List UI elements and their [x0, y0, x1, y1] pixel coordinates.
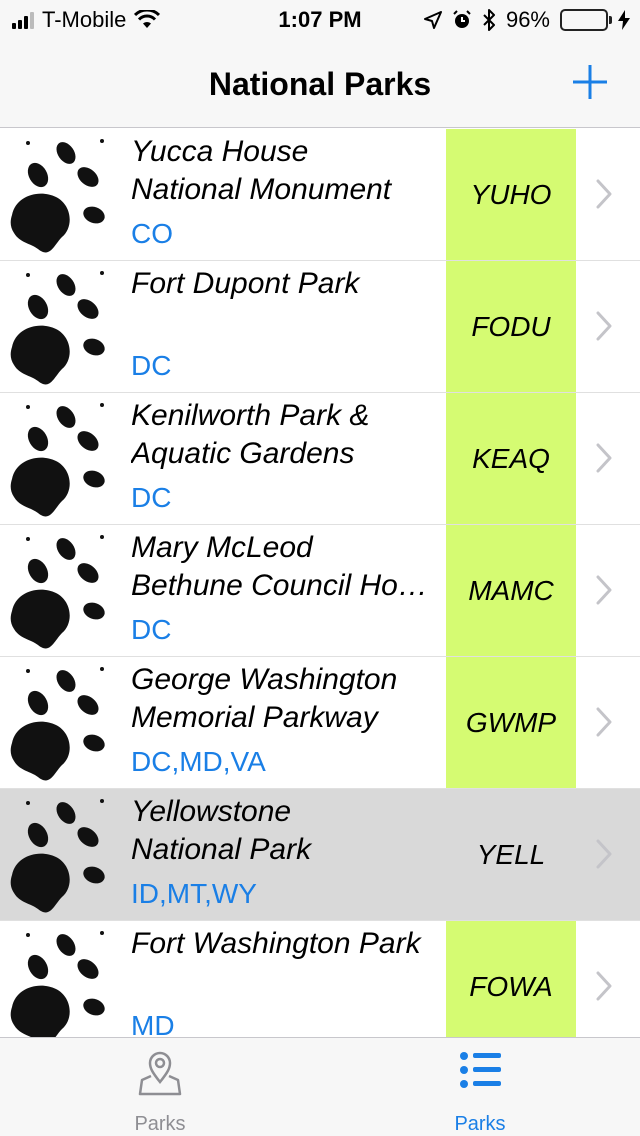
- chevron-right-icon: [596, 971, 612, 1001]
- paw-print-icon: [10, 535, 105, 649]
- park-row[interactable]: Fort Dupont Park DC FODU: [0, 261, 640, 393]
- parks-list[interactable]: Yucca House National Monument CO YUHO Fort …: [0, 129, 640, 1037]
- battery-percent: 96%: [505, 7, 550, 32]
- park-code: MAMC: [446, 525, 576, 656]
- paw-print-icon: [10, 271, 105, 385]
- status-bar: T-Mobile 1:07 PM 96%: [0, 0, 640, 40]
- park-row[interactable]: Yucca House National Monument CO YUHO: [0, 129, 640, 261]
- park-states: MD: [131, 1010, 175, 1037]
- park-name: Fort Dupont Park: [131, 267, 360, 300]
- add-button[interactable]: [570, 62, 610, 102]
- tab-parks-map[interactable]: Parks: [80, 1038, 240, 1136]
- park-name: Yucca House National Monument: [131, 135, 392, 206]
- paw-print-icon: [10, 667, 105, 781]
- charging-bolt-icon: [618, 10, 630, 30]
- park-states: DC: [131, 350, 172, 381]
- park-row[interactable]: Mary McLeod Bethune Council Ho… DC MAMC: [0, 525, 640, 657]
- tab-bar: Parks Parks: [0, 1037, 640, 1136]
- park-states: DC: [131, 614, 172, 645]
- page-title: National Parks: [208, 66, 432, 102]
- chevron-right-icon: [596, 443, 612, 473]
- park-code: YUHO: [446, 129, 576, 260]
- park-row[interactable]: George Washington Memorial Parkway DC,MD,…: [0, 657, 640, 789]
- tab-label: Parks: [134, 1113, 186, 1135]
- paw-print-icon: [10, 403, 105, 517]
- park-name: George Washington Memorial Parkway: [131, 663, 398, 734]
- park-name: Kenilworth Park & Aquatic Gardens: [131, 399, 370, 470]
- park-code: KEAQ: [446, 393, 576, 524]
- list-icon: [460, 1052, 501, 1088]
- chevron-right-icon: [596, 707, 612, 737]
- park-states: CO: [131, 218, 173, 249]
- park-code: GWMP: [446, 657, 576, 788]
- status-right: 96%: [423, 6, 630, 34]
- chevron-right-icon: [596, 311, 612, 341]
- location-arrow-icon: [423, 11, 442, 29]
- park-states: DC,MD,VA: [131, 746, 266, 777]
- paw-print-icon: [10, 931, 105, 1037]
- alarm-icon: [453, 10, 471, 28]
- plus-icon: [573, 65, 607, 99]
- park-row[interactable]: Yellowstone National Park ID,MT,WY YELL: [0, 789, 640, 921]
- paw-print-icon: [10, 799, 105, 913]
- park-code: YELL: [476, 838, 546, 870]
- park-name: Fort Washington Park: [131, 927, 421, 960]
- map-pin-icon: [138, 1051, 182, 1096]
- paw-print-icon: [10, 139, 105, 253]
- chevron-right-icon: [596, 179, 612, 209]
- park-code: FODU: [446, 261, 576, 392]
- chevron-right-icon: [596, 575, 612, 605]
- chevron-right-icon: [596, 839, 612, 869]
- park-name: Mary McLeod Bethune Council Ho…: [131, 531, 428, 602]
- bluetooth-icon: [483, 9, 495, 31]
- park-row[interactable]: Kenilworth Park & Aquatic Gardens DC KEAQ: [0, 393, 640, 525]
- battery-icon: [560, 9, 612, 31]
- navigation-bar: National Parks: [0, 40, 640, 128]
- park-row[interactable]: Fort Washington Park MD FOWA: [0, 921, 640, 1037]
- park-states: DC: [131, 482, 172, 513]
- park-name: Yellowstone National Park: [131, 795, 312, 866]
- tab-parks-list[interactable]: Parks: [400, 1038, 560, 1136]
- park-states: ID,MT,WY: [131, 878, 257, 909]
- tab-label: Parks: [454, 1113, 506, 1135]
- park-code: FOWA: [446, 921, 576, 1037]
